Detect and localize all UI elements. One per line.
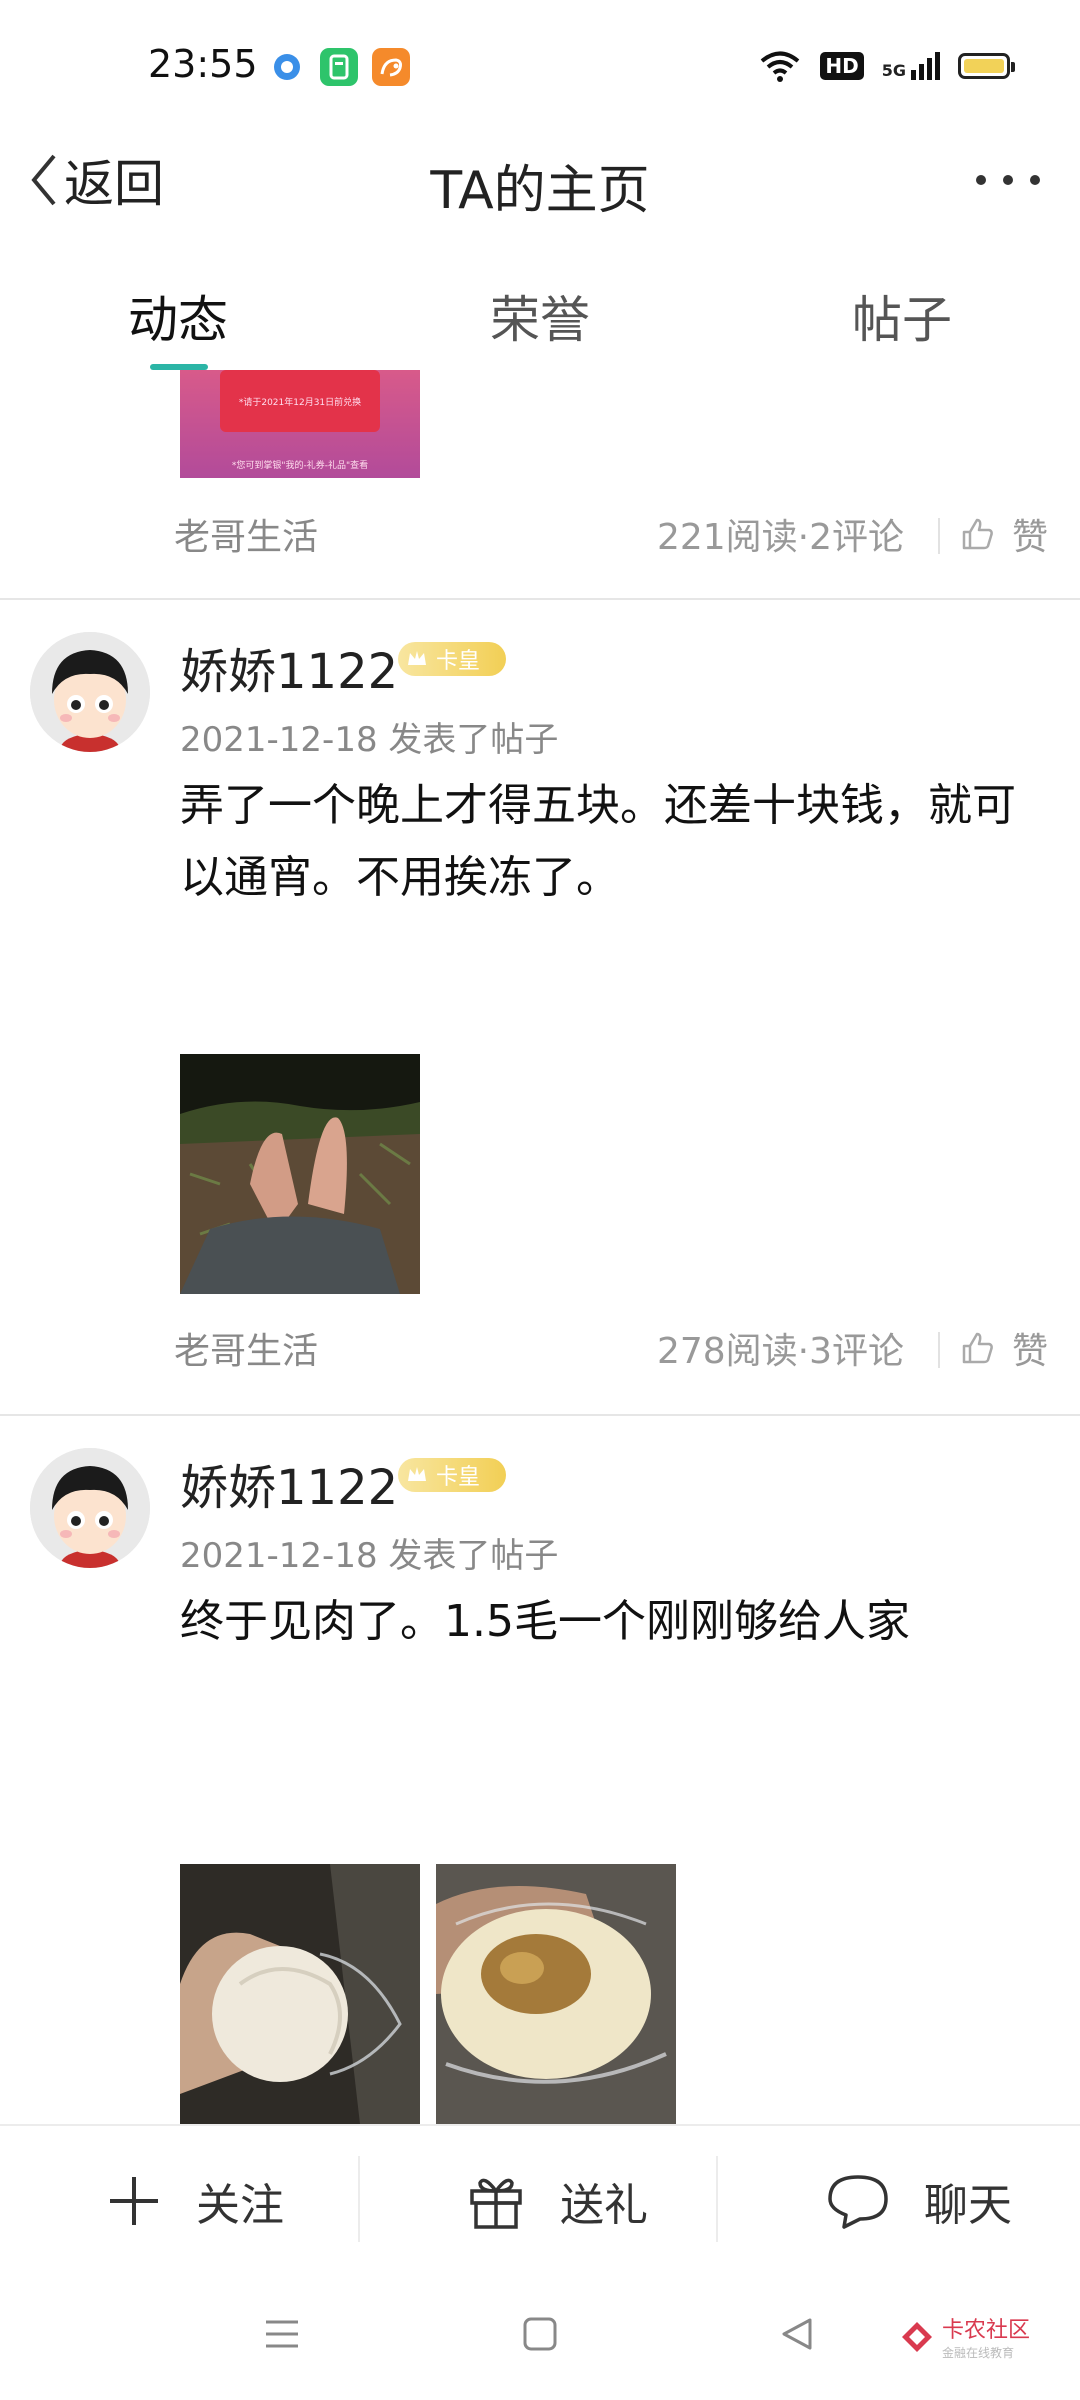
badge-label: 卡皇 — [436, 649, 481, 674]
back-triangle-icon — [782, 2318, 812, 2350]
badge-label: 卡皇 — [436, 1465, 481, 1490]
level-badge: 卡皇 — [398, 642, 506, 676]
page-title: TA的主页 — [430, 161, 650, 221]
action-separator — [358, 2156, 360, 2242]
level-badge: 卡皇 — [398, 1458, 506, 1492]
tab-posts[interactable]: 帖子 — [852, 280, 952, 352]
post-category[interactable]: 老哥生活 — [174, 508, 318, 560]
chat-button[interactable]: 聊天 — [826, 2156, 1012, 2246]
store-app-icon — [320, 48, 358, 86]
author-name[interactable]: 娇娇1122 — [180, 632, 398, 702]
crown-icon — [408, 1467, 426, 1481]
wifi-icon — [761, 51, 800, 82]
battery-icon — [958, 53, 1015, 79]
like-label: 赞 — [1012, 1331, 1049, 1372]
send-gift-label: 送礼 — [560, 2180, 648, 2231]
menu-button[interactable] — [262, 2314, 302, 2358]
top-nav-bar: 返回 TA的主页 — [0, 130, 1080, 230]
more-dot-icon — [1003, 175, 1013, 185]
network-type: 5G — [881, 61, 906, 80]
coupon-expiry-text: *请于2021年12月31日前兑换 — [238, 398, 362, 408]
like-button[interactable]: 赞 — [960, 1322, 1048, 1374]
crown-icon — [408, 651, 426, 665]
hd-badge: HD — [820, 52, 864, 80]
more-options-button[interactable] — [976, 160, 1040, 200]
watermark: 卡农社区 金融在线教育 — [900, 2312, 1030, 2361]
status-time: 23:55 — [148, 42, 258, 86]
chat-bubble-icon — [828, 2175, 888, 2229]
post-text[interactable]: 终于见肉了。1.5毛一个刚刚够给人家 — [180, 1586, 1050, 1658]
like-label: 赞 — [1012, 517, 1049, 558]
feed-post[interactable]: 娇娇1122 卡皇 2021-12-18 发表了帖子 弄了一个晚上才得五块。还差… — [0, 600, 1080, 1415]
browser-app-icon — [268, 48, 306, 86]
footer-separator — [938, 518, 940, 554]
profile-tabs: 动态 荣誉 帖子 — [0, 260, 1080, 370]
post-image[interactable] — [180, 1864, 420, 2124]
follow-label: 关注 — [196, 2180, 284, 2231]
post-image[interactable] — [180, 1054, 420, 1294]
post-stats: 221阅读·2评论 — [656, 517, 904, 558]
thumbs-up-icon — [962, 518, 993, 550]
feed-post[interactable]: 娇娇1122 卡皇 2021-12-18 发表了帖子 终于见肉了。1.5毛一个刚… — [0, 1416, 1080, 2124]
plus-icon — [110, 2177, 158, 2225]
watermark-subtitle: 金融在线教育 — [942, 2346, 1015, 2360]
more-dot-icon — [976, 175, 986, 185]
system-navigation-bar: 卡农社区 金融在线教育 — [0, 2274, 1080, 2400]
post-image[interactable]: *请于2021年12月31日前兑换 *您可到掌银"我的-礼券-礼品"查看 — [180, 370, 420, 478]
send-gift-button[interactable]: 送礼 — [466, 2156, 648, 2246]
author-name[interactable]: 娇娇1122 — [180, 1448, 398, 1518]
menu-lines-icon — [266, 2320, 298, 2348]
kanong-logo-icon — [902, 2321, 932, 2352]
post-stats: 278阅读·3评论 — [656, 1331, 904, 1372]
coupon-note-text: *您可到掌银"我的-礼券-礼品"查看 — [231, 461, 369, 471]
post-footer: 老哥生活 278阅读·3评论 赞 — [0, 1322, 1080, 1382]
like-button[interactable]: 赞 — [960, 508, 1048, 560]
action-separator — [716, 2156, 718, 2242]
author-avatar[interactable] — [30, 632, 150, 752]
gift-icon — [470, 2178, 522, 2229]
post-meta: 2021-12-18 发表了帖子 — [180, 720, 559, 760]
signal-icon: 5G — [882, 52, 940, 80]
post-category[interactable]: 老哥生活 — [174, 1322, 318, 1374]
post-text[interactable]: 弄了一个晚上才得五块。还差十块钱，就可以通宵。不用挨冻了。 — [180, 770, 1050, 914]
home-button[interactable] — [520, 2314, 560, 2358]
post-image[interactable] — [436, 1864, 676, 2124]
feed-post[interactable]: *请于2021年12月31日前兑换 *您可到掌银"我的-礼券-礼品"查看 老哥生… — [0, 370, 1080, 600]
home-square-icon — [523, 2317, 557, 2351]
footer-separator — [938, 1332, 940, 1368]
post-footer: 老哥生活 221阅读·2评论 赞 — [0, 508, 1080, 568]
status-bar: 23:55 HD 5G — [0, 0, 1080, 130]
tab-dynamics[interactable]: 动态 — [128, 280, 228, 352]
thumbs-up-icon — [962, 1332, 993, 1364]
uc-browser-app-icon — [372, 48, 410, 86]
status-indicators: HD 5G — [758, 46, 1015, 86]
follow-button[interactable]: 关注 — [106, 2156, 284, 2246]
tab-honors[interactable]: 荣誉 — [490, 280, 590, 352]
watermark-name: 卡农社区 — [942, 2318, 1031, 2343]
bottom-action-bar: 关注 送礼 聊天 — [0, 2124, 1080, 2276]
author-avatar[interactable] — [30, 1448, 150, 1568]
more-dot-icon — [1030, 175, 1040, 185]
chat-label: 聊天 — [924, 2180, 1012, 2231]
post-meta: 2021-12-18 发表了帖子 — [180, 1536, 559, 1576]
system-back-button[interactable] — [778, 2314, 818, 2358]
